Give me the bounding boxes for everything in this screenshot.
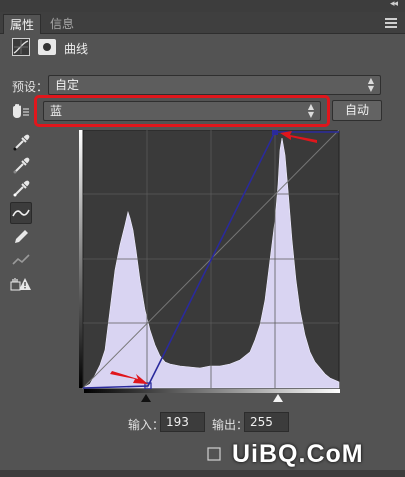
white-point-eyedropper-icon[interactable] [10, 178, 32, 200]
input-label: 输入： [128, 418, 165, 432]
output-field[interactable] [244, 412, 289, 432]
watermark-logo: UiBQ.CoM [232, 440, 364, 468]
gray-point-eyedropper-icon[interactable] [10, 155, 32, 177]
tab-properties[interactable]: 属性 [3, 14, 42, 34]
output-label: 输出： [212, 418, 249, 432]
black-point-eyedropper-icon[interactable] [10, 132, 32, 154]
white-point-slider[interactable] [273, 394, 283, 402]
clipping-warning-icon[interactable] [10, 273, 32, 295]
preset-label: 预设： [12, 80, 49, 94]
collapse-panel-icon[interactable]: ◂◂ [390, 0, 398, 9]
panel-title: 曲线 [64, 42, 89, 56]
select-arrows-icon: ▲ ▼ [307, 102, 314, 119]
pencil-draw-icon[interactable] [10, 226, 32, 248]
black-point-slider[interactable] [141, 394, 151, 402]
layer-mask-icon[interactable] [38, 39, 56, 55]
targeted-adjust-hand-icon[interactable] [10, 103, 30, 119]
preset-select[interactable]: 自定 ▲ ▼ [48, 75, 381, 95]
auto-button[interactable]: 自动 [332, 100, 382, 121]
properties-header: 曲线 [0, 34, 405, 62]
panel-tab-bar: 属性 信息 [0, 12, 405, 34]
curves-graph[interactable] [80, 130, 340, 392]
channel-select[interactable]: 蓝 ▲ ▼ [43, 101, 321, 121]
channel-value: 蓝 [50, 104, 63, 118]
input-gradient-bar [84, 389, 340, 393]
select-arrows-icon: ▲ ▼ [367, 76, 374, 93]
panel-menu-icon[interactable] [385, 18, 397, 28]
panel-top-strip: ◂◂ [0, 0, 405, 12]
curve-edit-points-icon[interactable] [10, 202, 32, 224]
smooth-curve-icon[interactable] [10, 249, 32, 271]
panel-bottom-bar [0, 470, 405, 477]
curves-adjustment-icon[interactable] [12, 38, 30, 56]
tab-info[interactable]: 信息 [44, 14, 80, 34]
curve-point-white [272, 130, 278, 135]
preset-value: 自定 [55, 78, 80, 92]
clip-to-layer-icon[interactable] [206, 446, 222, 465]
input-field[interactable] [160, 412, 205, 432]
